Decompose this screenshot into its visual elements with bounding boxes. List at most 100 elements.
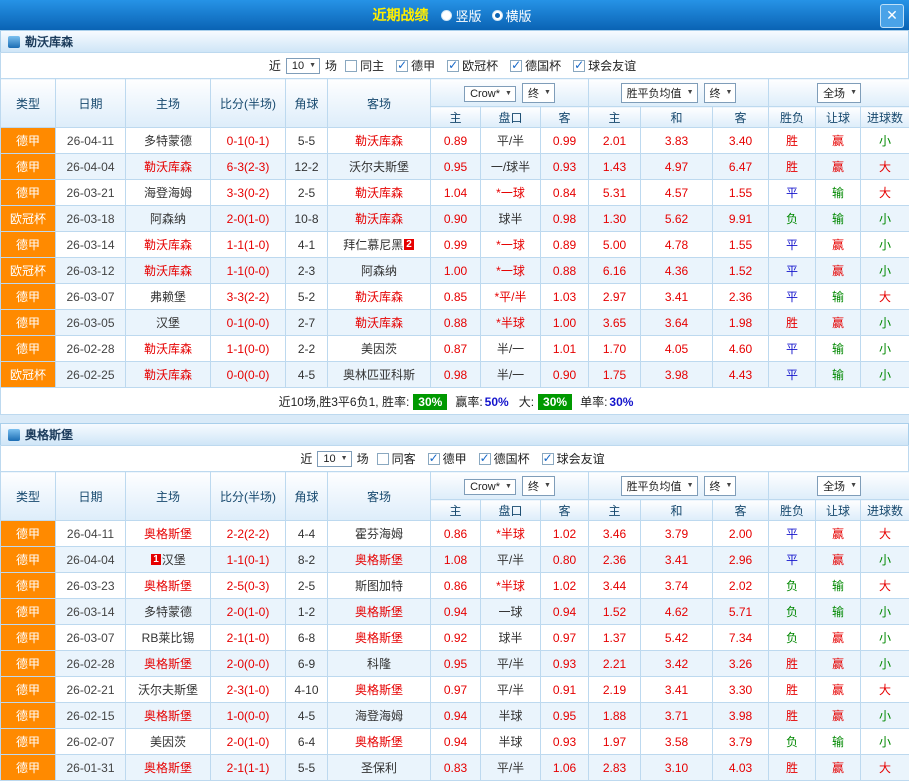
team-text: 圣保利 [361,761,397,775]
handicap: *半球 [481,521,541,547]
team-cell: 多特蒙德 [126,599,211,625]
avg-odds-select[interactable]: 胜平负均值▼ [621,476,698,496]
filter-德甲[interactable]: 德甲 [396,57,435,74]
team-cell: 汉堡 [126,310,211,336]
avg-away: 2.96 [713,547,769,573]
corners: 2-5 [286,180,328,206]
filter-德甲[interactable]: 德甲 [428,450,467,467]
avg-home: 1.37 [589,625,641,651]
sub-header: 胜负 [769,500,816,521]
avg-group-header: 胜平负均值▼ 终▼ [589,79,769,107]
summary-box: 30% [413,394,447,410]
team-text: 汉堡 [156,316,180,330]
league-type: 欧冠杯 [1,258,56,284]
match-date: 26-04-04 [56,547,126,573]
goals-result: 小 [861,310,909,336]
scope-select[interactable]: 全场▼ [817,476,861,496]
match-row: 德甲26-03-05汉堡0-1(0-0)2-7勒沃库森0.88*半球1.003.… [1,310,909,336]
checkbox-icon [345,60,357,72]
section-team-name: 奥格斯堡 [25,426,73,443]
checkbox-icon [479,453,491,465]
avg-home: 5.00 [589,232,641,258]
league-type: 德甲 [1,521,56,547]
handicap: 球半 [481,625,541,651]
recent-count-select[interactable]: 10▼ [286,58,320,74]
filter-球会友谊[interactable]: 球会友谊 [542,450,605,467]
avg-draw: 3.10 [641,755,713,781]
scope-select[interactable]: 全场▼ [817,83,861,103]
view-option-horizontal[interactable]: 横版 [492,6,532,25]
odds-away: 0.80 [541,547,589,573]
match-row: 欧冠杯26-03-12勒沃库森1-1(0-0)2-3阿森纳1.00*一球0.88… [1,258,909,284]
league-type: 欧冠杯 [1,362,56,388]
team-cell: 奥格斯堡 [328,625,431,651]
section-header: 勒沃库森 [0,30,909,52]
team-icon [8,429,20,441]
column-header: 日期 [56,79,126,128]
chevron-down-icon: ▼ [687,89,694,96]
select-value: 胜平负均值 [627,478,682,494]
matches-table: 类型日期主场比分(半场)角球客场Crow*▼终▼胜平负均值▼终▼全场▼主盘口客主… [0,471,909,781]
avg-away: 2.36 [713,284,769,310]
corners: 2-7 [286,310,328,336]
filter-球会友谊[interactable]: 球会友谊 [573,57,636,74]
filter-欧冠杯[interactable]: 欧冠杯 [447,57,498,74]
checkbox-text: 球会友谊 [588,57,636,74]
handicap-result: 输 [816,206,861,232]
odds-final-select[interactable]: 终▼ [522,83,555,103]
avg-away: 7.34 [713,625,769,651]
odds-company-select[interactable]: Crow*▼ [464,86,516,102]
team-text: 美因茨 [361,342,397,356]
handicap-result: 赢 [816,128,861,154]
handicap: 平/半 [481,651,541,677]
select-value: 全场 [823,85,845,101]
odds-final-select[interactable]: 终▼ [522,476,555,496]
odds-home: 0.86 [431,521,481,547]
radio-icon [492,10,503,21]
handicap: *平/半 [481,284,541,310]
checkbox-text: 德甲 [411,57,435,74]
avg-group-header: 胜平负均值▼终▼ [589,472,769,500]
match-date: 26-02-25 [56,362,126,388]
chevron-down-icon: ▼ [726,482,733,489]
team-text: 奥格斯堡 [144,579,192,593]
avg-draw: 3.98 [641,362,713,388]
recent-count-select[interactable]: 10▼ [317,451,351,467]
avg-home: 1.30 [589,206,641,232]
select-value: Crow* [470,481,500,493]
filter-同客[interactable]: 同客 [377,450,416,467]
odds-away: 1.01 [541,336,589,362]
team-text: 勒沃库森 [355,134,403,148]
team-text: 奥格斯堡 [144,527,192,541]
score: 2-1(1-0) [211,625,286,651]
avg-final-select[interactable]: 终▼ [704,83,737,103]
avg-odds-select[interactable]: 胜平负均值▼ [621,83,698,103]
corners: 5-5 [286,128,328,154]
close-button[interactable]: ✕ [880,4,904,28]
score: 1-1(0-0) [211,258,286,284]
filter-德国杯[interactable]: 德国杯 [479,450,530,467]
sub-header: 进球数 [861,107,909,128]
team-text: 弗赖堡 [150,290,186,304]
view-option-vertical[interactable]: 竖版 [441,6,481,25]
checkbox-text: 德国杯 [525,57,561,74]
sub-header: 客 [713,500,769,521]
goals-result: 小 [861,703,909,729]
odds-company-select[interactable]: Crow*▼ [464,479,516,495]
match-date: 26-02-28 [56,651,126,677]
team-text: 多特蒙德 [144,134,192,148]
sub-header: 进球数 [861,500,909,521]
odds-home: 1.08 [431,547,481,573]
corners: 6-9 [286,651,328,677]
league-type: 德甲 [1,154,56,180]
odds-away: 0.90 [541,362,589,388]
avg-final-select[interactable]: 终▼ [704,476,737,496]
select-value: 终 [710,478,721,494]
filter-同主[interactable]: 同主 [345,57,384,74]
team-text: 沃尔夫斯堡 [349,160,409,174]
avg-away: 3.98 [713,703,769,729]
full-group-header: 全场▼ [769,79,909,107]
filter-德国杯[interactable]: 德国杯 [510,57,561,74]
team-cell: 奥林匹亚科斯 [328,362,431,388]
matches-table: 类型日期主场比分(半场)角球客场Crow*▼终▼胜平负均值▼终▼全场▼主盘口客主… [0,78,909,415]
